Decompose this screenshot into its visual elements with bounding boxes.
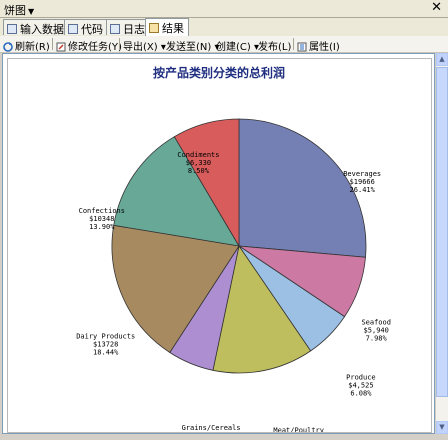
export-button[interactable]: 导出(X) ▾ xyxy=(123,38,166,53)
results-pane: 按产品类别分类的总利润 Beverages $19666 26.41% Seafood… xyxy=(2,53,435,440)
slice-label: Seafood $5,940 7.98% xyxy=(361,319,391,343)
slice-label: Beverages $19666 26.41% xyxy=(343,170,381,194)
refresh-icon xyxy=(3,42,13,52)
create-button[interactable]: 创建(C) ▾ xyxy=(216,38,259,53)
slice-label: Produce $4,525 6.08% xyxy=(346,373,376,397)
tab-log[interactable]: 日志 xyxy=(106,19,150,36)
code-icon xyxy=(68,24,78,34)
toolbar-divider xyxy=(293,38,294,50)
properties-button[interactable]: 属性(I) xyxy=(297,38,340,53)
slice-label: Dairy Products $13728 18.44% xyxy=(76,333,135,357)
refresh-button[interactable]: 刷新(R) xyxy=(3,38,50,53)
slice-label: Grains/Cereals$4,3815.88% xyxy=(182,424,241,432)
tab-input-data[interactable]: 输入数据 xyxy=(3,19,69,36)
tab-results[interactable]: 结果 xyxy=(145,18,189,36)
table-icon xyxy=(7,24,17,34)
pie-chart: 按产品类别分类的总利润 Beverages $19666 26.41% Seafood… xyxy=(76,65,391,440)
tab-code[interactable]: 代码 xyxy=(64,19,108,36)
edit-icon xyxy=(56,42,66,52)
scroll-up-button[interactable]: ▲ xyxy=(436,53,448,66)
toolbar-divider xyxy=(119,38,120,50)
publish-button[interactable]: 发布(L) xyxy=(258,38,291,53)
chevron-down-icon: ▼ xyxy=(28,7,35,16)
modify-task-button[interactable]: 修改任务(Y) xyxy=(56,38,122,53)
window-title[interactable]: 饼图 ▼ xyxy=(4,2,34,18)
chart-title: 按产品类别分类的总利润 xyxy=(153,65,285,80)
tab-bar: 输入数据 代码 日志 结果 xyxy=(0,18,448,36)
results-toolbar: 刷新(R) 修改任务(Y) 导出(X) ▾ 发送至(N) ▾ 创建(C) ▾ 发… xyxy=(0,36,448,53)
properties-icon xyxy=(297,42,307,52)
send-to-button[interactable]: 发送至(N) ▾ xyxy=(166,38,219,53)
chart-frame: 按产品类别分类的总利润 Beverages $19666 26.41% Seafood… xyxy=(7,58,432,440)
results-icon xyxy=(149,23,159,33)
pie-slice-beverages xyxy=(238,118,367,258)
scroll-thumb[interactable] xyxy=(436,67,448,397)
vertical-scrollbar[interactable]: ▲ ▼ xyxy=(435,53,448,434)
toolbar-divider xyxy=(52,38,53,50)
close-icon[interactable]: ✕ xyxy=(431,0,442,15)
log-icon xyxy=(110,24,120,34)
slice-label: Meat/Poultry$9,55012.82% xyxy=(273,427,324,432)
window-titlebar: 饼图 ▼ ✕ xyxy=(0,0,448,18)
scroll-down-button[interactable]: ▼ xyxy=(436,421,448,434)
